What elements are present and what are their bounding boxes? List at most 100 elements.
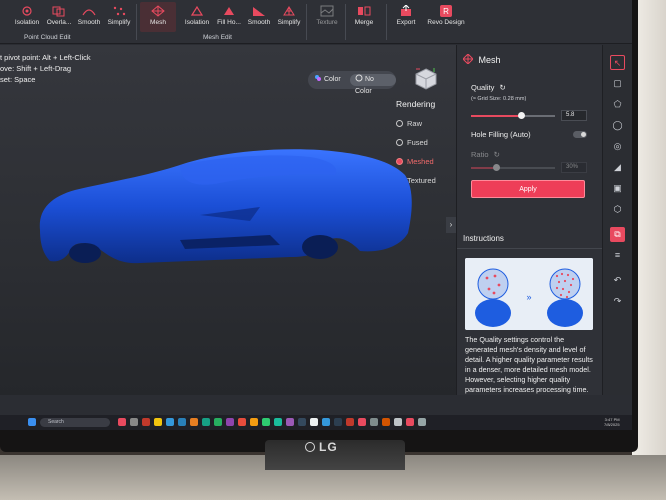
fill-holes-button[interactable]: Fill Ho... (212, 2, 246, 32)
ribbon-divider (386, 4, 387, 40)
circle-select-icon[interactable]: ◎ (610, 139, 625, 154)
rect-select-icon[interactable]: ▢ (610, 76, 625, 91)
mesh-isolation-button[interactable]: Isolation (180, 2, 214, 32)
pc-smooth-button[interactable]: Smooth (72, 2, 106, 32)
taskbar-search[interactable]: Search (40, 418, 110, 427)
app-icon[interactable] (382, 418, 390, 426)
plane-cut-icon[interactable]: ◢ (610, 160, 625, 175)
hole-filling-toggle[interactable] (573, 131, 587, 138)
app-icon[interactable] (262, 418, 270, 426)
ribbon-toolbar: Isolation Overla... Smooth Simplify Poin… (0, 0, 632, 44)
app-icon[interactable] (286, 418, 294, 426)
layers-icon[interactable]: ≡ (610, 248, 625, 263)
mesh-simplify-button[interactable]: Simplify (272, 2, 306, 32)
mesh-edit-title: Mesh Edit (203, 34, 232, 41)
merge-icon (358, 6, 371, 16)
view-cube-icon[interactable] (414, 67, 438, 91)
pc-simplify-button[interactable]: Simplify (102, 2, 136, 32)
pc-isolation-button[interactable]: Isolation (10, 2, 44, 32)
3d-viewport[interactable]: t pivot point: Alt + Left-Click ove: Shi… (0, 45, 456, 395)
export-button[interactable]: Export (390, 2, 422, 32)
refresh-icon[interactable]: ↻ (494, 150, 500, 159)
app-icon[interactable] (394, 418, 402, 426)
app-icon[interactable] (370, 418, 378, 426)
app-icon[interactable] (178, 418, 186, 426)
app-icon[interactable] (118, 418, 126, 426)
refresh-icon[interactable]: ↻ (499, 83, 505, 92)
hint-reset: set: Space (0, 75, 36, 84)
delete-selection-icon[interactable]: ⧉ (610, 227, 625, 242)
lg-circle-icon (305, 442, 315, 452)
app-icon[interactable] (334, 418, 342, 426)
mesh-button[interactable]: Mesh (140, 2, 176, 32)
app-icon[interactable] (298, 418, 306, 426)
app-icon[interactable] (358, 418, 366, 426)
mesh-panel: Mesh Quality ↻ (≈ Grid Size: 0.28 mm) 5.… (456, 45, 603, 395)
app-icon[interactable] (346, 418, 354, 426)
revo-scan-app-icon[interactable] (406, 418, 414, 426)
fill-holes-icon (224, 7, 234, 15)
taskbar-clock[interactable]: 3:47 PM 7/8/2025 (604, 417, 620, 427)
svg-text:R: R (443, 7, 449, 16)
ratio-value-input[interactable]: 30% (561, 162, 587, 173)
quality-value-input[interactable]: 5.8 (561, 110, 587, 121)
app-icon[interactable] (142, 418, 150, 426)
app-icon[interactable] (274, 418, 282, 426)
app-icon[interactable] (238, 418, 246, 426)
ratio-slider-thumb[interactable] (493, 164, 500, 171)
app-icon[interactable] (226, 418, 234, 426)
quality-illustration: » (465, 258, 593, 330)
ribbon-divider (306, 4, 307, 40)
no-color-option[interactable]: No Color (350, 74, 396, 95)
color-option[interactable]: Color (314, 74, 341, 86)
instructions-text: The Quality settings control the generat… (465, 335, 593, 394)
panel-title: Mesh (463, 54, 501, 65)
app-icon[interactable] (322, 418, 330, 426)
collapse-panel-chevron-icon[interactable]: › (446, 217, 456, 233)
quality-label: Quality ↻ (471, 83, 506, 92)
lasso-select-icon[interactable]: ⬠ (610, 97, 625, 112)
app-icon[interactable] (202, 418, 210, 426)
quality-slider[interactable] (471, 112, 555, 119)
app-icon[interactable] (130, 418, 138, 426)
redo-icon[interactable]: ↷ (610, 294, 625, 309)
svg-text:»: » (526, 292, 531, 302)
point-cloud-edit-group: Isolation Overla... Smooth Simplify Poin… (10, 0, 135, 44)
right-tool-strip: ↖ ▢ ⬠ ◯ ◎ ◢ ▣ ⬡ ⧉ ≡ ↶ ↷ (602, 45, 632, 395)
revo-design-icon: R (440, 5, 452, 17)
hint-pivot: t pivot point: Alt + Left-Click (0, 53, 91, 62)
ratio-slider[interactable] (471, 164, 555, 171)
undo-icon[interactable]: ↶ (610, 273, 625, 288)
app-icon[interactable] (250, 418, 258, 426)
overlap-icon (52, 6, 65, 17)
revo-design-button[interactable]: R Revo Design (426, 2, 466, 32)
pc-overlap-button[interactable]: Overla... (42, 2, 76, 32)
simplify-icon (283, 6, 295, 16)
app-icon[interactable] (166, 418, 174, 426)
export-icon (401, 5, 411, 16)
select-pointer-icon[interactable]: ↖ (610, 55, 625, 70)
windows-start-icon[interactable] (28, 418, 36, 426)
mesh-smooth-button[interactable]: Smooth (242, 2, 276, 32)
app-icon[interactable] (310, 418, 318, 426)
app-icon[interactable] (418, 418, 426, 426)
invert-selection-icon[interactable]: ▣ (610, 181, 625, 196)
isolation-icon (22, 6, 32, 16)
app-icon[interactable] (190, 418, 198, 426)
ribbon-divider (345, 4, 346, 40)
brush-select-icon[interactable]: ◯ (610, 118, 625, 133)
grid-size-text: (≈ Grid Size: 0.28 mm) (471, 96, 527, 102)
app-icon[interactable] (154, 418, 162, 426)
app-icon[interactable] (214, 418, 222, 426)
mesh-icon (463, 54, 473, 64)
ratio-label: Ratio ↻ (471, 150, 500, 159)
texture-button[interactable]: Texture (310, 2, 344, 32)
quality-slider-fill (471, 115, 521, 117)
quality-slider-thumb[interactable] (518, 112, 525, 119)
clear-selection-icon[interactable]: ⬡ (610, 202, 625, 217)
mesh-edit-group: Mesh Isolation Fill Ho... Smooth Simplif… (140, 0, 305, 44)
apply-button[interactable]: Apply (471, 180, 585, 198)
merge-button[interactable]: Merge (348, 2, 380, 32)
monitor-logo: LG (305, 440, 338, 454)
car-mesh-model[interactable] (30, 135, 430, 275)
